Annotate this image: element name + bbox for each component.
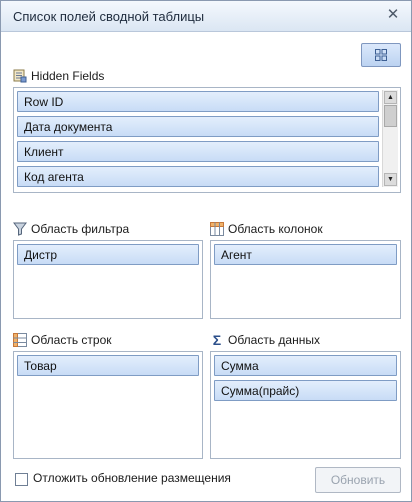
column-area-list[interactable]: Агент [210, 240, 401, 319]
data-area-header: Σ Область данных [210, 332, 320, 348]
filter-icon [13, 222, 27, 236]
filter-area-list[interactable]: Дистр [13, 240, 203, 319]
field-list-icon [13, 69, 27, 83]
column-area-header: Область колонок [210, 221, 323, 237]
columns-icon [210, 222, 224, 236]
update-button[interactable]: Обновить [315, 467, 401, 493]
defer-update-checkbox[interactable] [15, 473, 28, 486]
column-field-item[interactable]: Агент [214, 244, 397, 265]
scroll-thumb[interactable] [384, 105, 397, 127]
scroll-down-icon[interactable]: ▼ [384, 173, 397, 186]
filter-area-header: Область фильтра [13, 221, 129, 237]
hidden-fields-header: Hidden Fields [13, 68, 104, 84]
title-bar[interactable]: Список полей сводной таблицы ✕ [1, 1, 411, 32]
hidden-fields-list[interactable]: Row ID Дата документа Клиент Код агента … [13, 87, 401, 193]
hidden-fields-label: Hidden Fields [31, 69, 105, 83]
dialog-title: Список полей сводной таблицы [13, 9, 205, 24]
layout-button[interactable] [361, 43, 401, 67]
column-area-label: Область колонок [228, 222, 323, 236]
filter-area-label: Область фильтра [31, 222, 130, 236]
hidden-field-item[interactable]: Клиент [17, 141, 379, 162]
data-area-label: Область данных [228, 333, 320, 347]
scroll-up-icon[interactable]: ▲ [384, 91, 397, 104]
data-area-list[interactable]: Сумма Сумма(прайс) [210, 351, 401, 459]
data-field-item[interactable]: Сумма(прайс) [214, 380, 397, 401]
hidden-field-item[interactable]: Row ID [17, 91, 379, 112]
row-field-item[interactable]: Товар [17, 355, 199, 376]
row-area-label: Область строк [31, 333, 112, 347]
defer-update-label: Отложить обновление размещения [33, 471, 231, 485]
rows-icon [13, 333, 27, 347]
hidden-field-item[interactable]: Код агента [17, 166, 379, 187]
layout-grid-icon [375, 49, 387, 61]
filter-field-item[interactable]: Дистр [17, 244, 199, 265]
data-field-item[interactable]: Сумма [214, 355, 397, 376]
pivot-field-list-dialog: Список полей сводной таблицы ✕ Hidden Fi… [0, 0, 412, 502]
sigma-icon: Σ [212, 332, 222, 348]
close-icon[interactable]: ✕ [385, 7, 401, 23]
hidden-field-item[interactable]: Дата документа [17, 116, 379, 137]
row-area-header: Область строк [13, 332, 112, 348]
hidden-fields-scrollbar[interactable]: ▲ ▼ [382, 90, 398, 187]
row-area-list[interactable]: Товар [13, 351, 203, 459]
